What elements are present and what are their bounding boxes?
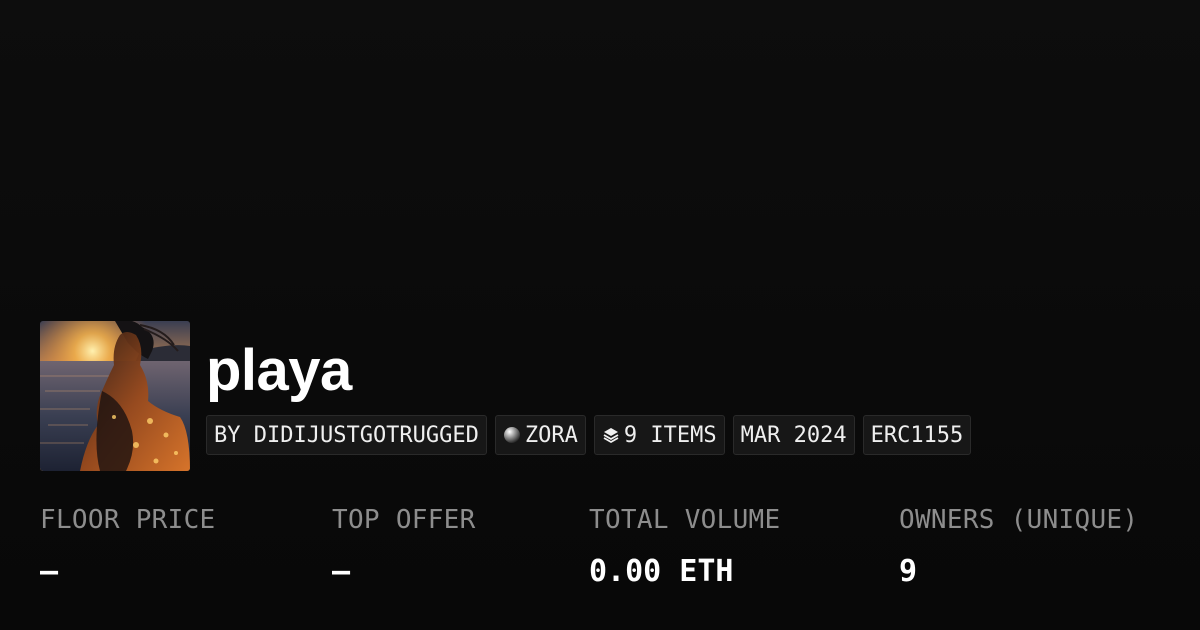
chain-tag-label: ZORA: [524, 422, 578, 448]
date-tag-label: MAR 2024: [740, 422, 847, 448]
stat-total-volume: TOTAL VOLUME 0.00 ETH: [589, 500, 780, 592]
stat-label: OWNERS (UNIQUE): [899, 505, 1139, 535]
stat-floor-price: FLOOR PRICE –: [40, 500, 216, 592]
standard-tag-label: ERC1155: [870, 422, 964, 448]
items-tag-label: 9 ITEMS: [623, 422, 717, 448]
collection-card: playa BY DIDIJUSTGOTRUGGED ZORA 9 ITEMS …: [0, 0, 1200, 630]
creator-tag[interactable]: BY DIDIJUSTGOTRUGGED: [206, 415, 487, 455]
thumbnail-image: [40, 321, 190, 471]
zora-sphere-icon: [503, 426, 521, 444]
collection-tags: BY DIDIJUSTGOTRUGGED ZORA 9 ITEMS MAR 20…: [206, 415, 972, 455]
creator-tag-label: BY DIDIJUSTGOTRUGGED: [214, 422, 479, 448]
date-tag: MAR 2024: [732, 415, 855, 455]
stat-value: –: [332, 554, 351, 589]
stat-label: FLOOR PRICE: [40, 505, 216, 535]
collection-title: playa: [206, 338, 352, 403]
stat-top-offer: TOP OFFER –: [332, 500, 476, 592]
chain-tag[interactable]: ZORA: [494, 415, 586, 455]
layers-icon: [602, 426, 620, 444]
stat-label: TOP OFFER: [332, 505, 476, 535]
stat-owners: OWNERS (UNIQUE) 9: [899, 500, 1138, 592]
items-tag[interactable]: 9 ITEMS: [593, 415, 725, 455]
stat-value: –: [40, 554, 59, 589]
stat-value: 0.00 ETH: [589, 554, 734, 589]
stat-label: TOTAL VOLUME: [589, 505, 781, 535]
collection-thumbnail[interactable]: [40, 321, 190, 471]
stat-value: 9: [899, 554, 918, 589]
standard-tag: ERC1155: [862, 415, 972, 455]
